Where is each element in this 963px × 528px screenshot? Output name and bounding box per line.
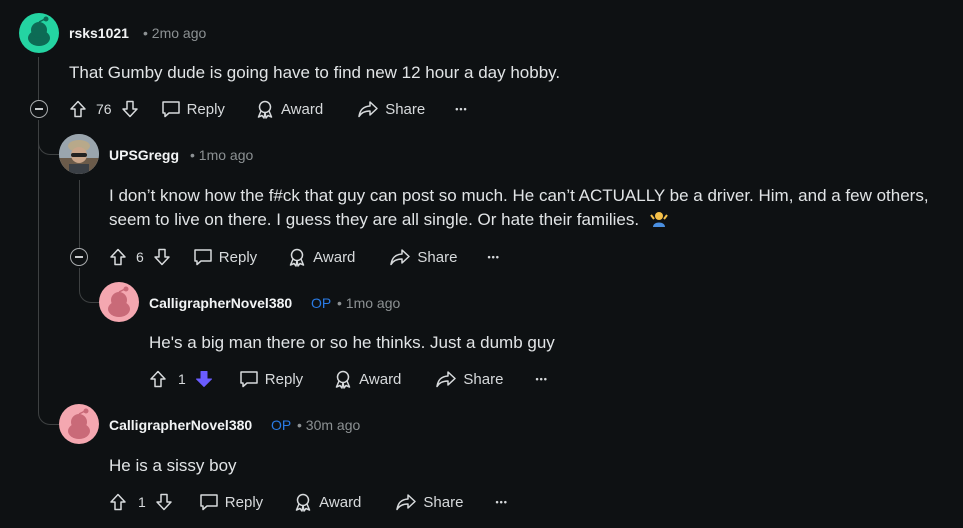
comment-body: That Gumby dude is going have to find ne… <box>69 63 561 82</box>
comment-timestamp: • 1mo ago <box>190 147 254 163</box>
award-label: Award <box>313 248 356 266</box>
username[interactable]: CalligrapherNovel380 <box>149 295 292 311</box>
op-badge: OP <box>271 417 292 433</box>
share-icon <box>435 370 457 388</box>
reply-label: Reply <box>264 370 304 388</box>
collapse-button[interactable] <box>30 100 48 118</box>
reply-label: Reply <box>218 248 258 266</box>
avatar[interactable] <box>99 282 139 322</box>
share-button[interactable]: Share <box>357 100 425 118</box>
avatar[interactable] <box>59 404 99 444</box>
comment-body: He's a big man there or so he thinks. Ju… <box>149 333 555 352</box>
reply-label: Reply <box>224 493 264 511</box>
comment-body-text: seem to live on there. I guess they are … <box>109 210 640 229</box>
thread-elbow-op-reply-1 <box>79 268 100 303</box>
reply-label: Reply <box>186 100 225 118</box>
share-button[interactable]: Share <box>395 493 463 511</box>
downvote-active-icon[interactable] <box>195 370 213 388</box>
award-icon <box>255 99 275 119</box>
award-button[interactable]: Award <box>255 99 323 119</box>
comment-body: He is a sissy boy <box>109 456 237 475</box>
more-options-icon[interactable]: ••• <box>487 252 499 262</box>
share-label: Share <box>417 248 458 266</box>
award-icon <box>293 492 313 512</box>
award-button[interactable]: Award <box>293 492 361 512</box>
award-button[interactable]: Award <box>333 369 401 389</box>
more-options-icon[interactable]: ••• <box>535 374 547 384</box>
comment-action-bar: 1 Reply Award Share ••• <box>109 485 508 519</box>
comment-bubble-icon <box>199 493 219 511</box>
username[interactable]: rsks1021 <box>69 25 129 41</box>
reply-button[interactable]: Reply <box>239 370 303 388</box>
upvote-icon[interactable] <box>109 493 127 511</box>
reply-button[interactable]: Reply <box>161 100 225 118</box>
shrug-emoji-icon <box>650 210 668 235</box>
vote-count: 1 <box>178 371 186 387</box>
op-badge: OP <box>311 295 332 311</box>
thread-line-root <box>38 57 39 100</box>
comment-timestamp: • 2mo ago <box>143 25 207 41</box>
thread-line-root-lower <box>38 120 39 390</box>
comment-action-bar: 6 Reply Award Share ••• <box>109 240 500 274</box>
upvote-icon[interactable] <box>69 100 87 118</box>
comment-timestamp: • 30m ago <box>297 417 361 433</box>
downvote-icon[interactable] <box>121 100 139 118</box>
share-button[interactable]: Share <box>389 248 457 266</box>
reply-button[interactable]: Reply <box>199 493 263 511</box>
more-options-icon[interactable]: ••• <box>495 497 507 507</box>
share-icon <box>389 248 411 266</box>
comment-body-line-1: I don’t know how the f#ck that guy can p… <box>109 186 929 205</box>
award-label: Award <box>280 100 324 118</box>
more-options-icon[interactable]: ••• <box>455 104 467 114</box>
comment-timestamp: • 1mo ago <box>337 295 401 311</box>
thread-line-upsgregg <box>79 180 80 248</box>
share-label: Share <box>423 493 464 511</box>
comment-action-bar: 76 Reply Award Share ••• <box>69 92 468 126</box>
thread-elbow-upsgregg <box>38 120 59 155</box>
vote-count: 6 <box>136 249 144 265</box>
share-icon <box>395 493 417 511</box>
vote-count: 1 <box>138 494 146 510</box>
award-icon <box>333 369 353 389</box>
upvote-icon[interactable] <box>149 370 167 388</box>
share-icon <box>357 100 379 118</box>
avatar[interactable] <box>19 13 59 53</box>
thread-elbow-op-reply-2 <box>38 390 59 425</box>
award-label: Award <box>319 493 362 511</box>
comment-action-bar: 1 Reply Award Share ••• <box>149 362 548 396</box>
share-label: Share <box>463 370 504 388</box>
share-label: Share <box>385 100 426 118</box>
avatar[interactable] <box>59 134 99 174</box>
vote-count: 76 <box>96 101 112 117</box>
award-button[interactable]: Award <box>287 247 355 267</box>
username[interactable]: UPSGregg <box>109 147 179 163</box>
award-label: Award <box>359 370 402 388</box>
comment-bubble-icon <box>161 100 181 118</box>
comment-bubble-icon <box>193 248 213 266</box>
share-button[interactable]: Share <box>435 370 503 388</box>
downvote-icon[interactable] <box>153 248 171 266</box>
upvote-icon[interactable] <box>109 248 127 266</box>
downvote-icon[interactable] <box>155 493 173 511</box>
username[interactable]: CalligrapherNovel380 <box>109 417 252 433</box>
award-icon <box>287 247 307 267</box>
collapse-button[interactable] <box>70 248 88 266</box>
reply-button[interactable]: Reply <box>193 248 257 266</box>
comment-body-line-2: seem to live on there. I guess they are … <box>109 208 668 235</box>
comment-bubble-icon <box>239 370 259 388</box>
